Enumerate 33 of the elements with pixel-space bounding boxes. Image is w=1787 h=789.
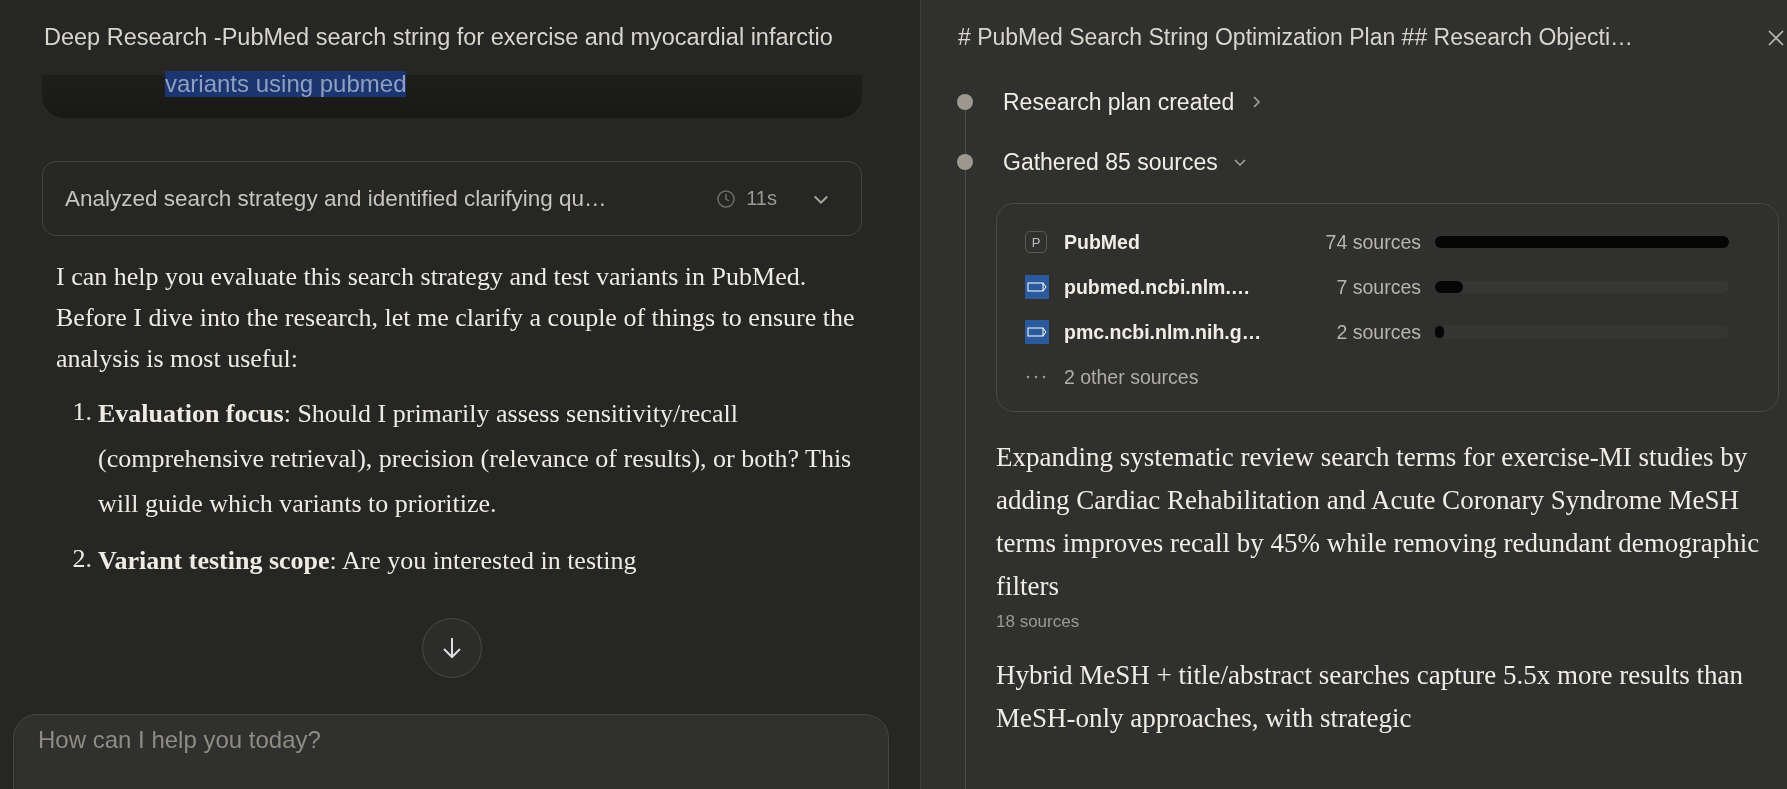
list-number: 1. [71,396,93,428]
close-icon[interactable] [1767,28,1785,47]
more-icon [1025,374,1047,380]
list-item-text: Variant testing scope: Are you interested in testing [98,545,637,577]
source-name[interactable]: 2 other sources [1055,365,1285,389]
site-logo-icon [1025,275,1049,299]
clock-icon [716,188,737,209]
source-count: 2 sources [1335,320,1422,344]
arrow-down-icon [441,636,463,660]
prompt-text: variants using pubmed [165,71,407,97]
step-toggle[interactable]: Research plan created [1003,88,1235,116]
timeline-dot [957,94,973,110]
list-number: 2. [71,543,93,575]
source-count: 7 sources [1335,275,1422,299]
source-name: pmc.ncbi.nlm.nih.g… [1063,320,1263,344]
site-logo-icon [1025,320,1049,344]
finding-text: Expanding systematic review search terms for exercise-MI studies by adding Cardiac Rehabilitation and Acute Coronary Syndrome MeSH terms improves recall by 45% while removing redundant demographic filters [996,441,1761,603]
plan-title: # PubMed Search String Optimization Plan ## Research Objecti… [958,24,1633,51]
message-input[interactable]: How can I help you today? [13,714,889,789]
source-name: pubmed.ncbi.nlm.… [1063,275,1252,299]
source-letter-icon: P [1025,231,1047,253]
duration-text: 11s [746,187,777,210]
list-item-text: Evaluation focus: Should I primarily assess sensitivity/recall (comprehensive retrieval), precision (relevance of results), or both? This will guide which variants to prioritize. [98,398,853,520]
thinking-summary-text: Analyzed search strategy and identified clarifying qu… [65,185,608,212]
source-count: 74 sources [1324,230,1422,254]
chat-title: Deep Research -PubMed search string for exercise and myocardial infarctio [44,24,833,51]
timeline-dot [957,154,973,170]
finding-source-count: 18 sources [996,612,1081,632]
thinking-summary-toggle[interactable]: Analyzed search strategy and identified clarifying qu… 11s [42,161,862,236]
source-name: PubMed [1063,230,1141,254]
step-toggle[interactable]: Gathered 85 sources [1003,148,1218,176]
response-paragraph: I can help you evaluate this search strategy and test variants in PubMed. Before I dive into the research, let me clarify a couple of things to ensure the analysis is most useful: [56,261,856,375]
finding-text: Hybrid MeSH + title/abstract searches capture 5.5x more results than MeSH-only approaches, with strategic [996,659,1744,735]
